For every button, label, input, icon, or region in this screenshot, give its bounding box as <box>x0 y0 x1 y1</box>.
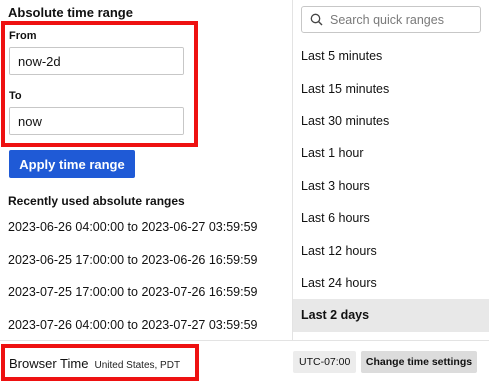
quick-range-item[interactable]: Last 3 hours <box>293 170 489 202</box>
quick-range-item[interactable]: Last 24 hours <box>293 267 489 299</box>
quick-range-item[interactable]: Last 12 hours <box>293 234 489 266</box>
quick-range-item[interactable]: Last 15 minutes <box>293 72 489 104</box>
quick-range-item[interactable]: Last 1 hour <box>293 137 489 169</box>
quick-range-item[interactable]: Last 6 hours <box>293 202 489 234</box>
apply-time-range-button[interactable]: Apply time range <box>9 150 135 178</box>
utc-offset-badge: UTC-07:00 <box>293 351 357 373</box>
quick-range-item-selected[interactable]: Last 2 days <box>293 299 489 332</box>
recent-ranges-title: Recently used absolute ranges <box>8 194 185 208</box>
quick-ranges-search-input[interactable] <box>326 12 480 27</box>
recent-range-item[interactable]: 2023-07-25 17:00:00 to 2023-07-26 16:59:… <box>8 285 292 318</box>
quick-ranges-search <box>301 6 481 33</box>
quick-range-item[interactable]: Last 30 minutes <box>293 105 489 137</box>
recent-ranges-list: 2023-06-26 04:00:00 to 2023-06-27 03:59:… <box>8 220 292 350</box>
absolute-range-panel: Absolute time range From To <box>0 0 292 340</box>
quick-ranges-list: Last 5 minutes Last 15 minutes Last 30 m… <box>293 40 489 332</box>
absolute-range-title: Absolute time range <box>8 5 133 20</box>
change-time-settings-button[interactable]: Change time settings <box>361 351 477 373</box>
highlight-annotation-timezone <box>1 344 199 381</box>
quick-ranges-panel: Last 5 minutes Last 15 minutes Last 30 m… <box>292 0 489 340</box>
recent-range-item[interactable]: 2023-06-26 04:00:00 to 2023-06-27 03:59:… <box>8 220 292 253</box>
recent-range-item[interactable]: 2023-06-25 17:00:00 to 2023-06-26 16:59:… <box>8 253 292 286</box>
highlight-annotation-range <box>1 21 198 147</box>
search-icon <box>306 13 326 26</box>
quick-range-item[interactable]: Last 5 minutes <box>293 40 489 72</box>
